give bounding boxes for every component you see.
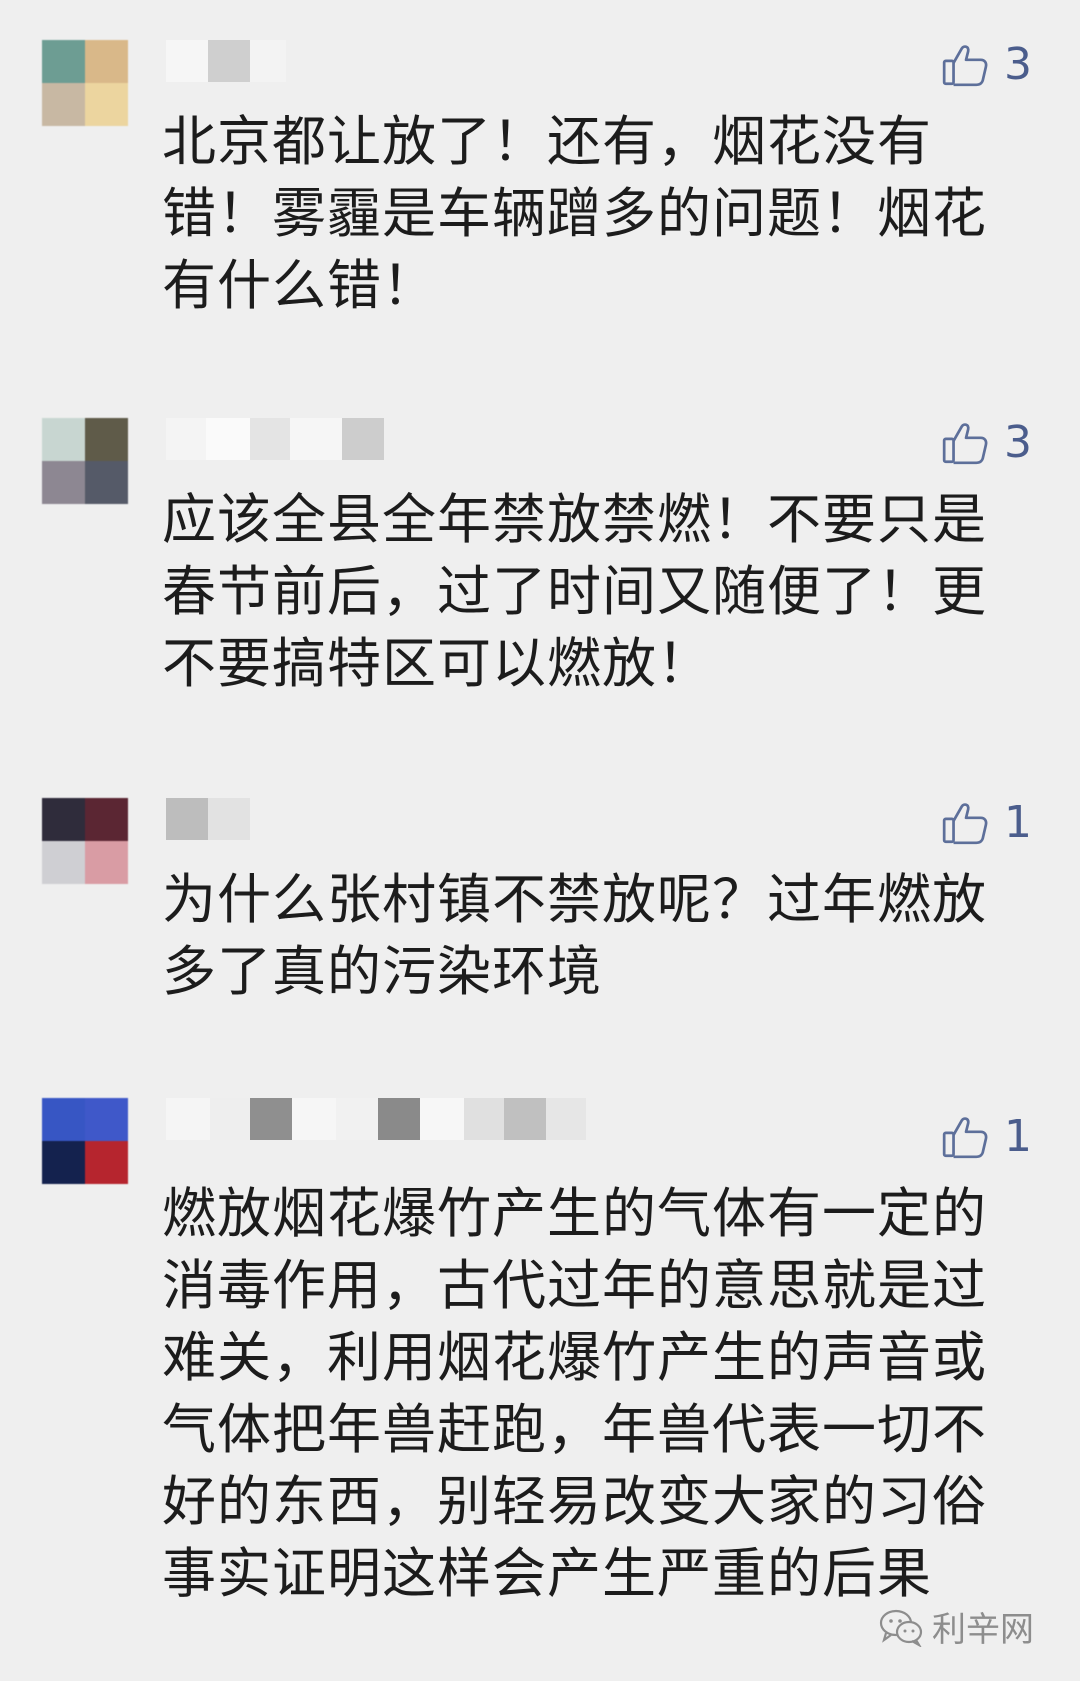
comment-text: 燃放烟花爆竹产生的气体有一定的消毒作用，古代过年的意思就是过难关，利用烟花爆竹产…: [162, 1182, 987, 1605]
like-button[interactable]: 3: [940, 40, 1032, 90]
avatar[interactable]: [42, 418, 128, 504]
like-count: 3: [1004, 39, 1032, 90]
username-blurred[interactable]: [166, 418, 384, 460]
like-button[interactable]: 3: [940, 418, 1032, 468]
thumbs-up-icon: [942, 1117, 988, 1159]
like-button[interactable]: 1: [940, 798, 1032, 848]
like-count: 1: [1004, 1111, 1032, 1162]
like-count: 3: [1004, 417, 1032, 468]
thumbs-up-icon: [942, 423, 988, 465]
comment-text: 应该全县全年禁放禁燃！不要只是春节前后，过了时间又随便了！更不要搞特区可以燃放！: [162, 488, 987, 695]
username-blurred[interactable]: [166, 798, 250, 840]
comment-text: 北京都让放了！还有，烟花没有错！雾霾是车辆蹭多的问题！烟花有什么错！: [162, 110, 987, 317]
wechat-icon: [879, 1609, 923, 1647]
comment-text: 为什么张村镇不禁放呢？过年燃放多了真的污染环境: [162, 868, 987, 1003]
comment-page: { "comments": [ {"likes": "3", "text": "…: [0, 0, 1080, 1681]
thumbs-up-icon: [942, 45, 988, 87]
watermark-text: 利辛网: [932, 1610, 1034, 1650]
like-count: 1: [1004, 797, 1032, 848]
avatar[interactable]: [42, 798, 128, 884]
avatar[interactable]: [42, 40, 128, 126]
username-blurred[interactable]: [166, 40, 286, 82]
username-blurred[interactable]: [166, 1098, 586, 1140]
watermark: 利辛网: [878, 1602, 1034, 1651]
like-button[interactable]: 1: [940, 1112, 1032, 1162]
thumbs-up-icon: [942, 803, 988, 845]
avatar[interactable]: [42, 1098, 128, 1184]
